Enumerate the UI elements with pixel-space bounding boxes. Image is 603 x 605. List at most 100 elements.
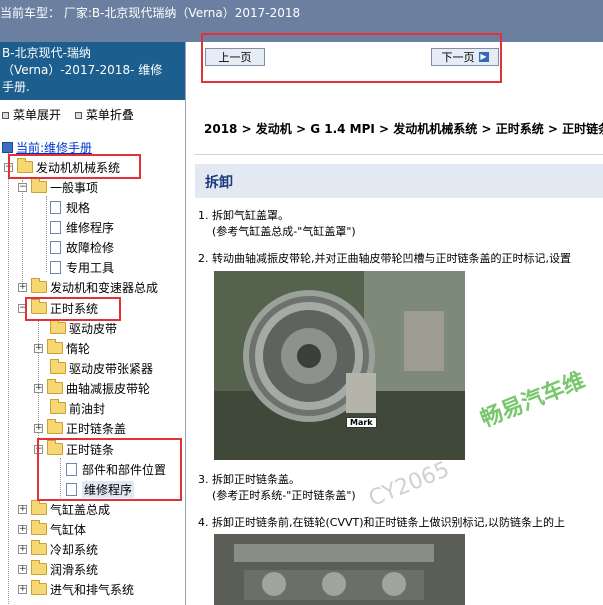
mark-label: Mark — [346, 417, 377, 428]
folder-icon — [31, 580, 47, 595]
tree-item-general[interactable]: − 一般事项 — [18, 178, 98, 196]
tree-label: 气缸体 — [50, 522, 87, 537]
tree-item-crank-pulley[interactable]: + 曲轴减振皮带轮 — [34, 379, 150, 397]
step-3-ref: (参考正时系统-"正时链条盖") — [212, 489, 356, 502]
tree-label: 前油封 — [69, 401, 106, 416]
tree-item-belt-tensioner[interactable]: 驱动皮带张紧器 — [50, 359, 153, 377]
page-icon — [50, 220, 61, 234]
page-icon — [50, 240, 61, 254]
tree-label: 故障检修 — [66, 240, 115, 255]
tree-item-spec[interactable]: 规格 — [50, 198, 90, 216]
page-icon — [50, 200, 61, 214]
tree-label: 规格 — [66, 200, 91, 215]
engine-photo-chain-drawing — [214, 534, 465, 605]
sidebar-header-line2: （Verna）-2017-2018- 维修 — [2, 63, 163, 77]
menu-expand-label: 菜单展开 — [13, 108, 62, 122]
tree-label: 润滑系统 — [50, 562, 99, 577]
tree-item-head-assy[interactable]: + 气缸盖总成 — [18, 500, 110, 518]
tree-item-diagnosis[interactable]: 故障检修 — [50, 238, 114, 256]
expand-icon — [2, 111, 9, 119]
tree-item-cooling[interactable]: + 冷却系统 — [18, 540, 98, 558]
step-4: 4. 拆卸正时链条前,在链轮(CVVT)和正时链条上做识别标记,以防链条上的上 — [198, 515, 565, 531]
folder-icon — [47, 419, 63, 434]
sidebar: B-北京现代-瑞纳 （Verna）-2017-2018- 维修 手册. 菜单展开… — [0, 42, 186, 605]
tree-item-front-oil-seal[interactable]: 前油封 — [50, 399, 105, 417]
menu-collapse-button[interactable]: 菜单折叠 — [73, 106, 134, 123]
page-icon — [50, 260, 61, 274]
step-4-text: 4. 拆卸正时链条前,在链轮(CVVT)和正时链条上做识别标记,以防链条上的上 — [198, 516, 566, 529]
tree-item-timing-cover[interactable]: + 正时链条盖 — [34, 419, 126, 437]
step-1-ref: (参考气缸盖总成-"气缸盖罩") — [212, 225, 356, 238]
collapse-icon — [74, 111, 82, 119]
folder-icon — [47, 339, 63, 354]
step-3-text: 3. 拆卸正时链条盖。 — [198, 473, 300, 486]
highlight-engine-mech — [8, 154, 141, 179]
tree-label: 气缸盖总成 — [50, 502, 111, 517]
tree-label: 冷却系统 — [50, 542, 99, 557]
tree-guide-line — [8, 144, 9, 604]
tree-item-repair-proc[interactable]: 维修程序 — [50, 218, 114, 236]
tree-guide-line — [22, 180, 23, 292]
divider — [195, 154, 603, 155]
tree-item-drive-belt[interactable]: 驱动皮带 — [50, 319, 117, 337]
menu-expand-button[interactable]: 菜单展开 — [0, 106, 61, 123]
sidebar-header-line3: 手册. — [2, 80, 30, 94]
tree-item-special-tools[interactable]: 专用工具 — [50, 258, 114, 276]
highlight-timing-system — [25, 297, 121, 321]
highlight-nav-buttons — [201, 33, 502, 83]
section-title: 拆卸 — [195, 164, 603, 198]
watermark-code: CY2065 — [365, 457, 454, 512]
tree-label: 正时链条盖 — [66, 421, 127, 436]
tree-label: 曲轴减振皮带轮 — [66, 381, 151, 396]
folder-icon — [31, 560, 47, 575]
step-1: 1. 拆卸气缸盖罩。 (参考气缸盖总成-"气缸盖罩") — [198, 208, 356, 240]
tree-item-intake-exhaust[interactable]: + 进气和排气系统 — [18, 580, 134, 598]
engine-photo-chain — [214, 534, 465, 605]
menu-ops: 菜单展开 菜单折叠 — [0, 106, 134, 122]
tree-item-lubrication[interactable]: + 润滑系统 — [18, 560, 98, 578]
folder-icon — [31, 500, 47, 515]
watermark-text: 畅易汽车维 — [477, 368, 589, 433]
expand-toggle-icon: + — [34, 422, 43, 433]
folder-open-icon — [31, 178, 47, 193]
sidebar-header: B-北京现代-瑞纳 （Verna）-2017-2018- 维修 手册. — [0, 42, 185, 100]
tree-label: 惰轮 — [66, 341, 91, 356]
manual-book-icon — [2, 141, 13, 153]
step-1-text: 1. 拆卸气缸盖罩。 — [198, 209, 289, 222]
highlight-timing-chain — [37, 438, 182, 501]
breadcrumb: 2018 > 发动机 > G 1.4 MPI > 发动机机械系统 > 正时系统 … — [204, 122, 603, 136]
tree-item-idler[interactable]: + 惰轮 — [34, 339, 90, 357]
collapse-toggle-icon: − — [18, 181, 27, 192]
expand-toggle-icon: + — [18, 281, 27, 292]
window-title: 当前车型： 厂家:B-北京现代瑞纳（Verna）2017-2018 — [0, 6, 301, 20]
folder-icon — [50, 319, 66, 334]
expand-toggle-icon: + — [18, 563, 27, 574]
expand-toggle-icon: + — [18, 543, 27, 554]
expand-toggle-icon: + — [18, 503, 27, 514]
engine-photo-pulley: Mark — [214, 271, 465, 460]
engine-photo-pulley-drawing — [214, 271, 465, 460]
expand-toggle-icon: + — [18, 523, 27, 534]
tree-label: 驱动皮带 — [69, 321, 118, 336]
tree-label: 驱动皮带张紧器 — [69, 361, 154, 376]
tree-root-label: 当前:维修手册 — [16, 140, 93, 155]
folder-icon — [31, 278, 47, 293]
tree-item-block[interactable]: + 气缸体 — [18, 520, 86, 538]
content-pane: 上一页 下一页 ▶ 2018 > 发动机 > G 1.4 MPI > 发动机机械… — [187, 42, 603, 605]
expand-toggle-icon: + — [18, 583, 27, 594]
expand-toggle-icon: + — [34, 342, 43, 353]
tree-guide-line — [46, 196, 47, 272]
step-3: 3. 拆卸正时链条盖。 (参考正时系统-"正时链条盖") — [198, 472, 356, 504]
step-2: 2. 转动曲轴减振皮带轮,并对正曲轴皮带轮凹槽与正时链条盖的正时标记,设置 — [198, 251, 571, 267]
sidebar-header-line1: B-北京现代-瑞纳 — [2, 46, 91, 60]
step-2-text: 2. 转动曲轴减振皮带轮,并对正曲轴皮带轮凹槽与正时链条盖的正时标记,设置 — [198, 252, 571, 265]
menu-collapse-label: 菜单折叠 — [85, 108, 134, 122]
tree-label: 专用工具 — [66, 260, 115, 275]
folder-icon — [47, 379, 63, 394]
folder-icon — [31, 520, 47, 535]
folder-icon — [50, 359, 66, 374]
tree-item-engine-trans[interactable]: + 发动机和变速器总成 — [18, 278, 158, 296]
tree-label: 进气和排气系统 — [50, 582, 135, 597]
tree-label: 发动机和变速器总成 — [50, 280, 159, 295]
tree-label: 一般事项 — [50, 180, 99, 195]
